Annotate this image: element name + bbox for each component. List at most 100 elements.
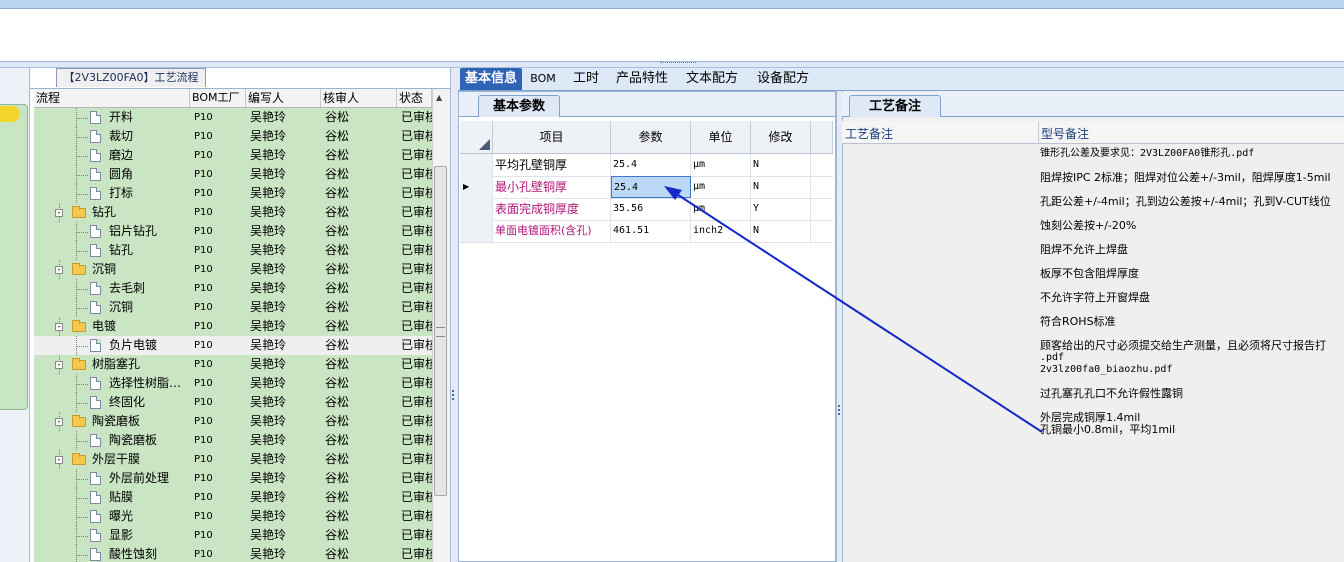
scroll-up-icon[interactable]: ▲ [436,93,442,102]
status-cell: 已审核 [401,148,432,162]
unit-cell[interactable]: μm [691,176,751,198]
col-model-notes[interactable]: 型号备注 [1041,125,1089,142]
param-cell[interactable]: 461.51 [611,220,691,242]
modify-cell[interactable]: N [751,154,811,176]
col-item[interactable]: 项目 [493,121,611,153]
reviewer-cell: 谷松 [325,338,350,352]
tree-row[interactable]: 负片电镀 P10 吴艳玲 谷松 已审核 [34,336,432,356]
tree-row[interactable]: - 钻孔 P10 吴艳玲 谷松 已审核 [34,203,432,223]
writer-cell: 吴艳玲 [250,414,287,428]
tree-row[interactable]: 显影 P10 吴艳玲 谷松 已审核 [34,526,432,546]
tree-row[interactable]: 酸性蚀刻 P10 吴艳玲 谷松 已审核 [34,545,432,562]
reviewer-cell: 谷松 [325,167,350,181]
tree-row[interactable]: 陶瓷磨板 P10 吴艳玲 谷松 已审核 [34,431,432,451]
tree-row[interactable]: 打标 P10 吴艳玲 谷松 已审核 [34,184,432,204]
writer-cell: 吴艳玲 [250,319,287,333]
tab-bom[interactable]: BOM [528,68,558,90]
tree-row[interactable]: 磨边 P10 吴艳玲 谷松 已审核 [34,146,432,166]
unit-cell[interactable]: μm [691,198,751,220]
col-writer[interactable]: 编写人 [246,89,321,107]
document-icon [90,529,101,542]
table-row[interactable]: 表面完成铜厚度 35.56 μm Y [460,198,833,221]
tree-row[interactable]: 钻孔 P10 吴艳玲 谷松 已审核 [34,241,432,261]
collapse-icon[interactable]: - [55,418,63,427]
tree-line [76,289,88,290]
tree-row[interactable]: - 树脂塞孔 P10 吴艳玲 谷松 已审核 [34,355,432,375]
document-icon [90,225,101,238]
tree-node-label: 酸性蚀刻 [109,547,158,561]
splitter-grip-icon[interactable] [660,62,696,67]
tree-row[interactable]: 去毛刺 P10 吴艳玲 谷松 已审核 [34,279,432,299]
table-row[interactable]: 平均孔壁铜厚 25.4 μm N [460,154,833,177]
tree-row[interactable]: 终固化 P10 吴艳玲 谷松 已审核 [34,393,432,413]
tree-row[interactable]: 选择性树脂… P10 吴艳玲 谷松 已审核 [34,374,432,394]
row-indicator[interactable]: ▶ [460,176,493,198]
reviewer-cell: 谷松 [325,528,350,542]
collapse-icon[interactable]: - [55,323,63,332]
col-bom[interactable]: BOM工厂 [190,89,246,107]
col-modify[interactable]: 修改 [751,121,811,153]
unit-cell[interactable]: inch2 [691,220,751,242]
col-process-notes[interactable]: 工艺备注 [845,125,893,142]
document-icon [90,130,101,143]
collapse-icon[interactable]: - [55,209,63,218]
param-cell[interactable]: 25.4 [611,154,691,176]
note-text: 顾客给出的尺寸必须提交给生产测量，且必须将尺寸报告打 [1040,339,1326,352]
document-icon [90,396,101,409]
item-cell[interactable]: 平均孔壁铜厚 [493,154,611,176]
row-indicator[interactable] [460,198,493,220]
table-row[interactable]: ▶ 最小孔壁铜厚 25.4 μm N [460,176,833,199]
grid-corner[interactable] [460,121,493,153]
col-reviewer[interactable]: 核审人 [321,89,397,107]
item-cell[interactable]: 最小孔壁铜厚 [493,176,611,198]
row-indicator[interactable] [460,220,493,242]
tab-text-recipe[interactable]: 文本配方 [682,68,742,90]
tab-basic-params[interactable]: 基本参数 [478,95,560,117]
table-row[interactable]: 单面电镀面积(含孔) 461.51 inch2 N [460,220,833,243]
note-text: 2v3lz00fa0_biaozhu.pdf [1040,364,1173,375]
tab-product-features[interactable]: 产品特性 [612,68,672,90]
param-cell-selected[interactable]: 25.4 [611,176,691,198]
tree-node-label: 外层干膜 [92,452,141,466]
col-unit[interactable]: 单位 [691,121,751,153]
writer-cell: 吴艳玲 [250,452,287,466]
note-text: 板厚不包含阻焊厚度 [1040,267,1139,280]
tree-row[interactable]: - 陶瓷磨板 P10 吴艳玲 谷松 已审核 [34,412,432,432]
tree-row[interactable]: 圆角 P10 吴艳玲 谷松 已审核 [34,165,432,185]
tab-basic-info[interactable]: 基本信息 [460,68,522,90]
tree-row[interactable]: 铝片钻孔 P10 吴艳玲 谷松 已审核 [34,222,432,242]
col-status[interactable]: 状态 [397,89,432,107]
note-text: 蚀刻公差按+/-20% [1040,219,1137,232]
tree-row[interactable]: - 沉铜 P10 吴艳玲 谷松 已审核 [34,260,432,280]
item-cell[interactable]: 表面完成铜厚度 [493,198,611,220]
modify-cell[interactable]: N [751,176,811,198]
tree-row[interactable]: 曝光 P10 吴艳玲 谷松 已审核 [34,507,432,527]
reviewer-cell: 谷松 [325,395,350,409]
tab-process-flow[interactable]: 【2V3LZ00FA0】工艺流程 [56,68,206,87]
tree-row[interactable]: - 外层干膜 P10 吴艳玲 谷松 已审核 [34,450,432,470]
item-cell[interactable]: 单面电镀面积(含孔) [493,220,611,242]
tree-row[interactable]: 开料 P10 吴艳玲 谷松 已审核 [34,108,432,128]
modify-cell[interactable]: Y [751,198,811,220]
modify-cell[interactable]: N [751,220,811,242]
tree-row[interactable]: 沉铜 P10 吴艳玲 谷松 已审核 [34,298,432,318]
param-cell[interactable]: 35.56 [611,198,691,220]
collapse-icon[interactable]: - [55,456,63,465]
row-indicator[interactable] [460,154,493,176]
tab-process-notes[interactable]: 工艺备注 [849,95,941,117]
col-flow[interactable]: 流程 [34,89,190,107]
status-cell: 已审核 [401,452,432,466]
collapse-icon[interactable]: - [55,361,63,370]
tree-row[interactable]: 裁切 P10 吴艳玲 谷松 已审核 [34,127,432,147]
tree-row[interactable]: 外层前处理 P10 吴艳玲 谷松 已审核 [34,469,432,489]
note-bubble-icon[interactable] [0,106,20,122]
tree-row[interactable]: 贴膜 P10 吴艳玲 谷松 已审核 [34,488,432,508]
collapse-icon[interactable]: - [55,266,63,275]
tab-work-hours[interactable]: 工时 [566,68,606,90]
unit-cell[interactable]: μm [691,154,751,176]
col-param[interactable]: 参数 [611,121,691,153]
tab-equipment-recipe[interactable]: 设备配方 [752,68,814,90]
params-grid: 项目 参数 单位 修改 平均孔壁铜厚 25.4 μm N ▶ 最小孔壁铜厚 25… [460,121,833,243]
tree-row[interactable]: - 电镀 P10 吴艳玲 谷松 已审核 [34,317,432,337]
status-cell: 已审核 [401,395,432,409]
